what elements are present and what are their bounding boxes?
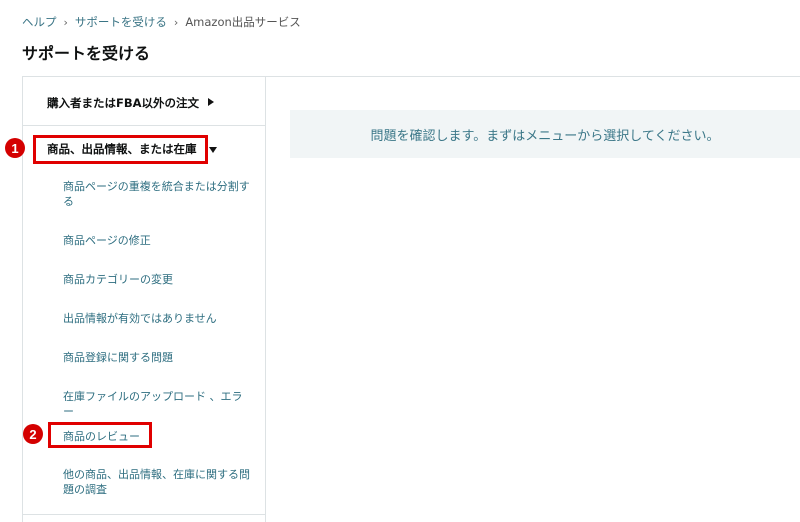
sub-item-other-investigation[interactable]: 他の商品、出品情報、在庫に関する問題の調査: [63, 467, 253, 497]
instruction-notice: 問題を確認します。まずはメニューから選択してください。: [290, 110, 800, 158]
highlight-box-category: [33, 135, 208, 164]
sidebar-divider: [23, 514, 265, 515]
annotation-badge-1: 1: [5, 138, 25, 158]
page-title: サポートを受ける: [22, 44, 151, 63]
notice-text: 問題を確認します。まずはメニューから選択してください。: [370, 128, 720, 144]
breadcrumb: ヘルプ › サポートを受ける › Amazon出品サービス: [22, 14, 301, 30]
sub-item-merge-split[interactable]: 商品ページの重複を統合または分割する: [63, 179, 253, 209]
category-label: 購入者またはFBA以外の注文: [47, 96, 200, 110]
sidebar-category-orders[interactable]: 購入者またはFBA以外の注文: [23, 76, 265, 126]
sub-item-page-fix[interactable]: 商品ページの修正: [63, 233, 253, 248]
sub-item-inventory-upload[interactable]: 在庫ファイルのアップロード 、エラー: [63, 389, 253, 419]
breadcrumb-current: Amazon出品サービス: [185, 15, 301, 29]
sidebar-menu: 購入者またはFBA以外の注文 商品、出品情報、または在庫 1 商品ページの重複を…: [5, 76, 266, 522]
breadcrumb-separator: ›: [63, 15, 68, 29]
caret-right-icon: [208, 98, 214, 106]
sub-item-listing-inactive[interactable]: 出品情報が有効ではありません: [63, 311, 253, 326]
highlight-box-review: [48, 422, 152, 448]
sub-item-category-change[interactable]: 商品カテゴリーの変更: [63, 272, 253, 287]
breadcrumb-get-support[interactable]: サポートを受ける: [75, 14, 167, 30]
caret-down-icon: [209, 147, 217, 153]
sub-item-registration-issue[interactable]: 商品登録に関する問題: [63, 350, 253, 365]
breadcrumb-help[interactable]: ヘルプ: [22, 14, 57, 30]
breadcrumb-separator: ›: [173, 15, 179, 29]
annotation-badge-2: 2: [23, 424, 43, 444]
